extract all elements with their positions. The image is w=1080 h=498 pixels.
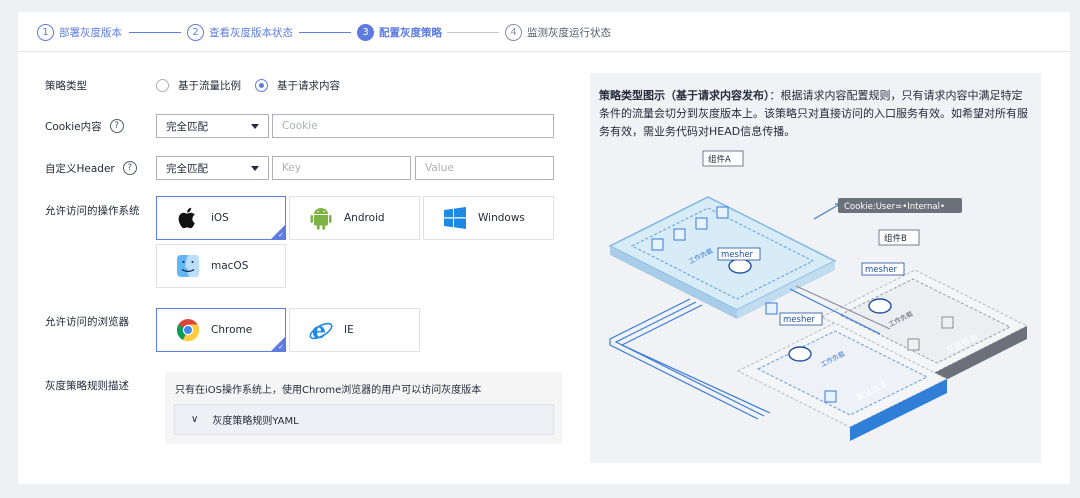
cookie-input[interactable]: Cookie: [272, 114, 554, 138]
radio-circle: [255, 79, 268, 92]
check-icon: ✓: [278, 231, 284, 239]
browser-label: 允许访问的浏览器: [45, 315, 129, 328]
header-key-input[interactable]: Key: [272, 156, 411, 180]
policy-type-label: 策略类型: [45, 79, 87, 92]
input-placeholder: Value: [425, 162, 454, 174]
os-card-android[interactable]: Android: [289, 196, 420, 240]
mesher-label: mesher: [783, 315, 816, 325]
header-match-select[interactable]: 完全匹配: [156, 156, 269, 180]
browser-card-ie[interactable]: e IE: [289, 308, 420, 352]
select-value: 完全匹配: [166, 120, 208, 133]
step-label: 配置灰度策略: [379, 26, 442, 39]
os-name: iOS: [211, 212, 229, 224]
os-name: Android: [344, 212, 385, 224]
mesher-label: mesher: [721, 250, 754, 260]
rule-desc-label: 灰度策略规则描述: [45, 379, 129, 392]
check-icon: ✓: [278, 343, 284, 351]
step-connector: [447, 32, 499, 33]
input-placeholder: Key: [282, 162, 302, 174]
os-card-ios[interactable]: iOS ✓: [156, 196, 286, 240]
select-value: 完全匹配: [166, 162, 208, 175]
finder-icon: [175, 253, 201, 279]
step-number: 2: [187, 23, 204, 41]
browser-card-chrome[interactable]: Chrome ✓: [156, 308, 286, 352]
header-value-input[interactable]: Value: [415, 156, 554, 180]
step-2[interactable]: 2 查看灰度版本状态: [187, 22, 293, 42]
step-number: 4: [505, 23, 522, 41]
cookie-label-row: Cookie内容 ?: [45, 118, 124, 134]
rule-desc-box: 只有在iOS操作系统上，使用Chrome浏览器的用户可以访问灰度版本 ∨ 灰度策…: [165, 372, 562, 444]
input-placeholder: Cookie: [282, 120, 318, 132]
policy-form-panel: 策略类型 基于流量比例 基于请求内容 Cookie内容 ? 完全匹配 Cooki…: [18, 52, 1070, 484]
os-label: 允许访问的操作系统: [45, 204, 140, 217]
step-3[interactable]: 3 配置灰度策略: [357, 22, 442, 42]
component-a-label: 组件A: [708, 154, 731, 165]
os-name: macOS: [211, 260, 249, 272]
browser-name: IE: [344, 324, 354, 336]
chevron-down-icon: ∨: [191, 414, 199, 425]
step-label: 监测灰度运行状态: [527, 26, 611, 39]
header-label: 自定义Header: [45, 162, 115, 175]
wizard-stepbar: 1 部署灰度版本 2 查看灰度版本状态 3 配置灰度策略 4 监测灰度运行状态: [18, 12, 1070, 52]
step-label: 部署灰度版本: [59, 26, 122, 39]
step-label: 查看灰度版本状态: [209, 26, 293, 39]
help-icon[interactable]: ?: [109, 119, 124, 133]
step-4[interactable]: 4 监测灰度运行状态: [505, 22, 611, 42]
illustration-colon: ：: [769, 89, 781, 102]
isometric-diagram: 组件A Cookie:User=•Internal• 组件B mesher me…: [608, 150, 1029, 441]
strategy-illustration-panel: 策略类型图示（基于请求内容发布）：根据请求内容配置规则，只有请求内容中满足特定条…: [590, 73, 1041, 463]
component-b-label: 组件B: [884, 233, 907, 244]
help-icon[interactable]: ?: [122, 161, 137, 175]
android-icon: [308, 205, 334, 231]
windows-icon: [442, 205, 468, 231]
os-card-windows[interactable]: Windows: [423, 196, 554, 240]
step-number: 3: [357, 23, 374, 41]
header-label-row: 自定义Header ?: [45, 160, 137, 176]
illustration-title: 策略类型图示（基于请求内容发布）: [599, 89, 770, 102]
radio-traffic-ratio[interactable]: 基于流量比例: [156, 78, 241, 93]
illustration-description: 策略类型图示（基于请求内容发布）：根据请求内容配置规则，只有请求内容中满足特定条…: [599, 87, 1031, 141]
step-connector: [129, 32, 181, 33]
mesher-label: mesher: [865, 265, 898, 275]
step-number: 1: [37, 23, 54, 41]
radio-label: 基于流量比例: [178, 80, 241, 92]
yaml-collapse-toggle[interactable]: ∨ 灰度策略规则YAML: [174, 404, 554, 435]
caret-down-icon: [251, 124, 259, 129]
step-connector: [299, 32, 351, 33]
radio-label: 基于请求内容: [277, 80, 340, 92]
cookie-tag-label: Cookie:User=•Internal•: [844, 202, 945, 212]
os-name: Windows: [478, 212, 525, 224]
apple-icon: [175, 205, 201, 231]
cookie-match-select[interactable]: 完全匹配: [156, 114, 269, 138]
yaml-label: 灰度策略规则YAML: [212, 416, 299, 427]
radio-request-content[interactable]: 基于请求内容: [255, 78, 340, 93]
ie-icon: e: [308, 317, 334, 343]
chrome-icon: [175, 317, 201, 343]
radio-circle: [156, 79, 169, 92]
rule-desc-text: 只有在iOS操作系统上，使用Chrome浏览器的用户可以访问灰度版本: [175, 385, 482, 396]
caret-down-icon: [251, 166, 259, 171]
browser-name: Chrome: [211, 324, 253, 336]
step-1[interactable]: 1 部署灰度版本: [37, 22, 122, 42]
os-card-macos[interactable]: macOS: [156, 244, 286, 288]
cookie-label: Cookie内容: [45, 120, 102, 133]
